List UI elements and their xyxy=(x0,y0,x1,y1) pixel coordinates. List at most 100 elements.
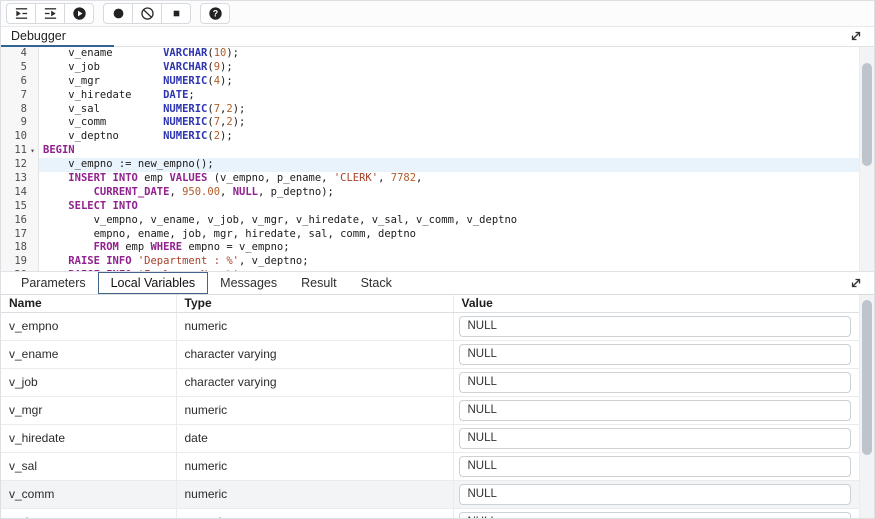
code-line[interactable]: 11▾BEGIN xyxy=(1,144,874,158)
code-line[interactable]: 15 SELECT INTO xyxy=(1,200,874,214)
step-into-button[interactable] xyxy=(6,3,36,24)
line-number: 6 xyxy=(1,75,27,89)
column-header-type: Type xyxy=(176,295,453,312)
editor-scrollbar[interactable] xyxy=(859,47,874,271)
line-number-gutter[interactable]: 9 xyxy=(1,116,39,130)
variable-name-cell: v_hiredate xyxy=(1,424,176,452)
variable-type-cell: date xyxy=(176,424,453,452)
code-text[interactable]: FROM emp WHERE empno = v_empno; xyxy=(39,241,874,255)
code-text[interactable]: v_job VARCHAR(9); xyxy=(39,61,874,75)
code-text[interactable]: empno, ename, job, mgr, hiredate, sal, c… xyxy=(39,228,874,242)
line-number-gutter[interactable]: 7 xyxy=(1,89,39,103)
variable-type-cell: numeric xyxy=(176,396,453,424)
toggle-breakpoint-button[interactable] xyxy=(103,3,133,24)
code-line[interactable]: 17 empno, ename, job, mgr, hiredate, sal… xyxy=(1,228,874,242)
line-number-gutter[interactable]: 8 xyxy=(1,103,39,117)
code-text[interactable]: CURRENT_DATE, 950.00, NULL, p_deptno); xyxy=(39,186,874,200)
code-line[interactable]: 7 v_hiredate DATE; xyxy=(1,89,874,103)
table-scrollbar[interactable] xyxy=(859,295,874,519)
code-text[interactable]: SELECT INTO xyxy=(39,200,874,214)
svg-text:?: ? xyxy=(212,9,217,19)
value-input[interactable] xyxy=(459,456,852,477)
editor-scrollbar-thumb[interactable] xyxy=(862,63,872,166)
value-input[interactable] xyxy=(459,372,852,393)
table-row: v_mgrnumeric xyxy=(1,396,860,424)
code-editor[interactable]: 4 v_ename VARCHAR(10);5 v_job VARCHAR(9)… xyxy=(1,47,874,272)
tab-parameters[interactable]: Parameters xyxy=(9,273,98,293)
line-number: 10 xyxy=(1,130,27,144)
code-text[interactable]: v_comm NUMERIC(7,2); xyxy=(39,116,874,130)
code-line[interactable]: 16 v_empno, v_ename, v_job, v_mgr, v_hir… xyxy=(1,214,874,228)
code-line[interactable]: 14 CURRENT_DATE, 950.00, NULL, p_deptno)… xyxy=(1,186,874,200)
help-button[interactable]: ? xyxy=(200,3,230,24)
value-input[interactable] xyxy=(459,428,852,449)
code-text[interactable]: RAISE INFO 'Department : %', v_deptno; xyxy=(39,255,874,269)
code-text[interactable]: v_hiredate DATE; xyxy=(39,89,874,103)
line-number: 11 xyxy=(1,144,27,158)
tab-debugger[interactable]: Debugger xyxy=(1,27,114,47)
variable-value-cell xyxy=(453,424,860,452)
continue-button[interactable] xyxy=(64,3,94,24)
line-number-gutter[interactable]: 13 xyxy=(1,172,39,186)
table-header-row: NameTypeValue xyxy=(1,295,860,312)
code-line[interactable]: 10 v_deptno NUMERIC(2); xyxy=(1,130,874,144)
line-number: 12 xyxy=(1,158,27,172)
step-over-button[interactable] xyxy=(35,3,65,24)
code-text[interactable]: v_ename VARCHAR(10); xyxy=(39,47,874,61)
line-number-gutter[interactable]: 19 xyxy=(1,255,39,269)
value-input[interactable] xyxy=(459,400,852,421)
variable-type-cell: numeric xyxy=(176,508,453,519)
code-line[interactable]: 6 v_mgr NUMERIC(4); xyxy=(1,75,874,89)
fold-arrow-icon[interactable]: ▾ xyxy=(27,144,38,158)
tab-stack[interactable]: Stack xyxy=(349,273,404,293)
code-line[interactable]: 5 v_job VARCHAR(9); xyxy=(1,61,874,75)
line-number: 19 xyxy=(1,255,27,269)
line-number-gutter[interactable]: 10 xyxy=(1,130,39,144)
table-scrollbar-thumb[interactable] xyxy=(862,300,872,455)
line-number-gutter[interactable]: 14 xyxy=(1,186,39,200)
expand-results-button[interactable] xyxy=(848,276,864,292)
tab-messages[interactable]: Messages xyxy=(208,273,289,293)
code-text[interactable]: v_empno := new_empno(); xyxy=(39,158,874,172)
stop-button[interactable] xyxy=(161,3,191,24)
code-text[interactable]: v_deptno NUMERIC(2); xyxy=(39,130,874,144)
line-number-gutter[interactable]: 16 xyxy=(1,214,39,228)
line-number-gutter[interactable]: 4 xyxy=(1,47,39,61)
code-line[interactable]: 13 INSERT INTO emp VALUES (v_empno, p_en… xyxy=(1,172,874,186)
expand-icon xyxy=(849,29,863,43)
tab-debugger-label: Debugger xyxy=(11,29,66,43)
value-input[interactable] xyxy=(459,316,852,337)
code-text[interactable]: v_mgr NUMERIC(4); xyxy=(39,75,874,89)
line-number-gutter[interactable]: 11▾ xyxy=(1,144,39,158)
line-number-gutter[interactable]: 17 xyxy=(1,228,39,242)
code-text[interactable]: v_empno, v_ename, v_job, v_mgr, v_hireda… xyxy=(39,214,874,228)
code-text[interactable]: INSERT INTO emp VALUES (v_empno, p_ename… xyxy=(39,172,874,186)
line-number-gutter[interactable]: 18 xyxy=(1,241,39,255)
code-text[interactable]: BEGIN xyxy=(39,144,874,158)
code-line[interactable]: 8 v_sal NUMERIC(7,2); xyxy=(1,103,874,117)
code-text[interactable]: v_sal NUMERIC(7,2); xyxy=(39,103,874,117)
variable-value-cell xyxy=(453,452,860,480)
tab-local-variables[interactable]: Local Variables xyxy=(98,272,209,294)
line-number-gutter[interactable]: 6 xyxy=(1,75,39,89)
code-line[interactable]: 18 FROM emp WHERE empno = v_empno; xyxy=(1,241,874,255)
variable-value-cell xyxy=(453,480,860,508)
code-line[interactable]: 9 v_comm NUMERIC(7,2); xyxy=(1,116,874,130)
code-line[interactable]: 4 v_ename VARCHAR(10); xyxy=(1,47,874,61)
line-number: 16 xyxy=(1,214,27,228)
clear-breakpoints-button[interactable] xyxy=(132,3,162,24)
value-input[interactable] xyxy=(459,344,852,365)
line-number-gutter[interactable]: 5 xyxy=(1,61,39,75)
value-input[interactable] xyxy=(459,484,852,505)
line-number-gutter[interactable]: 12 xyxy=(1,158,39,172)
toggle-breakpoint-icon xyxy=(111,6,126,21)
line-number-gutter[interactable]: 15 xyxy=(1,200,39,214)
variable-value-cell xyxy=(453,508,860,519)
tab-result[interactable]: Result xyxy=(289,273,348,293)
code-line[interactable]: 19 RAISE INFO 'Department : %', v_deptno… xyxy=(1,255,874,269)
value-input[interactable] xyxy=(459,512,852,519)
toolbar-button-group xyxy=(103,3,191,24)
current-code-line[interactable]: 12 v_empno := new_empno(); xyxy=(1,158,874,172)
expand-editor-button[interactable] xyxy=(848,29,864,45)
toolbar-button-group xyxy=(6,3,94,24)
